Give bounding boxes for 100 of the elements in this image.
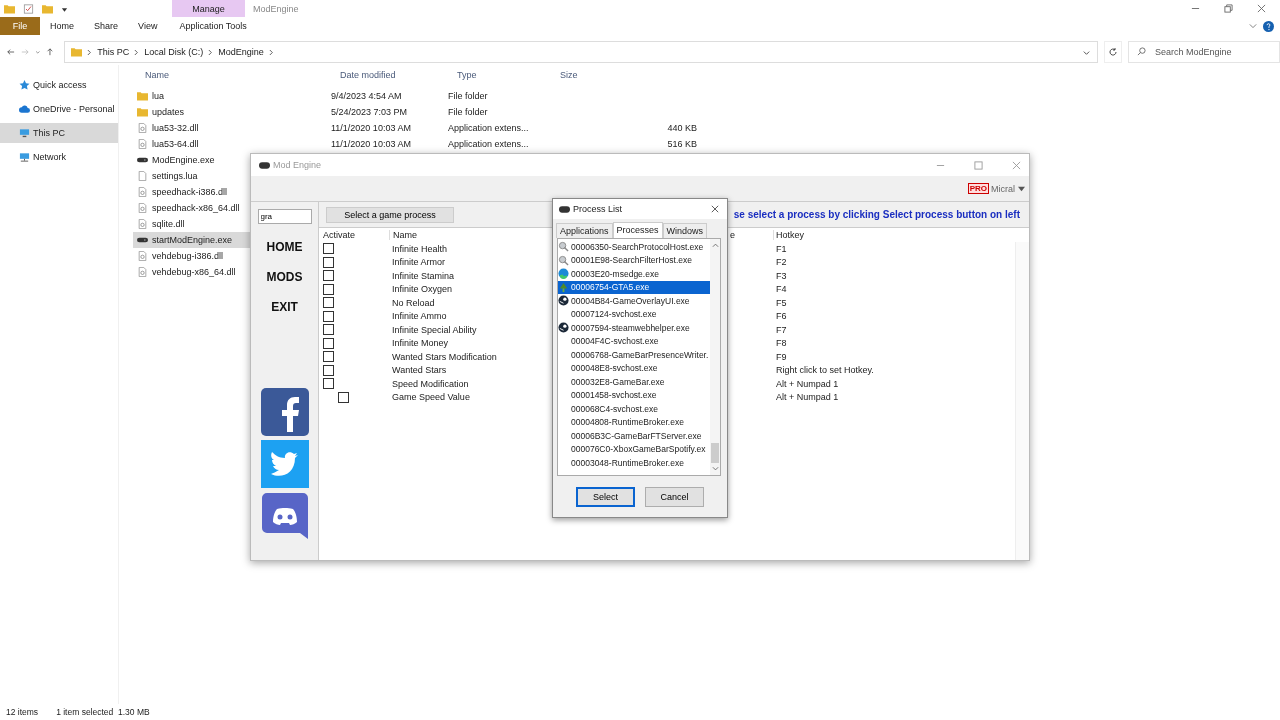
close-icon[interactable] bbox=[711, 205, 719, 213]
account-menu[interactable]: Micral bbox=[991, 183, 1015, 194]
process-item[interactable]: 00007594-steamwebhelper.exe bbox=[558, 321, 710, 335]
process-item[interactable]: 00003048-RuntimeBroker.exe bbox=[558, 456, 710, 470]
process-item[interactable]: 00006768-GameBarPresenceWriter. bbox=[558, 348, 710, 362]
context-group-label: Manage bbox=[172, 0, 245, 17]
discord-icon[interactable] bbox=[260, 492, 309, 540]
nav-item[interactable]: This PC bbox=[0, 123, 118, 143]
process-item[interactable]: 000048E8-svchost.exe bbox=[558, 361, 710, 375]
file-row[interactable]: speedhack-x86_64.dll bbox=[133, 200, 251, 216]
cancel-button[interactable]: Cancel bbox=[645, 486, 704, 507]
file-row[interactable]: vehdebug-x86_64.dll bbox=[133, 264, 251, 280]
checkbox[interactable] bbox=[323, 324, 334, 336]
breadcrumb-item[interactable]: This PC bbox=[97, 47, 130, 57]
nav-link[interactable]: EXIT bbox=[271, 300, 298, 314]
file-row[interactable]: settings.lua bbox=[133, 168, 251, 184]
file-row[interactable]: lua 9/4/2023 4:54 AM File folder bbox=[133, 88, 563, 104]
file-tab[interactable]: File bbox=[0, 17, 40, 35]
checkbox[interactable] bbox=[323, 364, 334, 376]
nav-item[interactable]: OneDrive - Personal bbox=[0, 99, 118, 119]
checkbox[interactable] bbox=[323, 270, 334, 282]
process-item[interactable]: 000076C0-XboxGameBarSpotify.ex bbox=[558, 442, 710, 456]
process-item[interactable]: 00004808-RuntimeBroker.exe bbox=[558, 415, 710, 429]
checkbox[interactable] bbox=[323, 256, 334, 268]
mod-name: Infinite Oxygen bbox=[392, 284, 453, 295]
search-field[interactable]: Search ModEngine bbox=[1128, 41, 1280, 63]
magnifier-icon bbox=[558, 241, 569, 253]
checkbox[interactable] bbox=[338, 391, 349, 403]
mod-name: Infinite Health bbox=[392, 243, 448, 254]
address-bar[interactable]: This PC Local Disk (C:) ModEngine bbox=[64, 41, 1099, 63]
scroll-thumb[interactable] bbox=[711, 443, 719, 463]
scrollbar[interactable] bbox=[1015, 242, 1029, 560]
search-field[interactable]: gra bbox=[257, 209, 312, 224]
file-row[interactable]: updates 5/24/2023 7:03 PM File folder bbox=[133, 104, 563, 120]
checkbox[interactable] bbox=[323, 337, 334, 349]
restore-icon[interactable] bbox=[1224, 4, 1233, 13]
ribbon-tab[interactable]: Share bbox=[84, 17, 129, 35]
select-process-button[interactable]: Select a game process bbox=[326, 206, 454, 223]
gamepad-icon bbox=[559, 205, 570, 213]
process-item[interactable]: 000032E8-GameBar.exe bbox=[558, 375, 710, 389]
scrollbar[interactable] bbox=[710, 239, 720, 475]
nav-link[interactable]: MODS bbox=[266, 270, 303, 284]
process-item[interactable]: 00007124-svchost.exe bbox=[558, 307, 710, 321]
up-icon[interactable] bbox=[46, 47, 55, 57]
file-row[interactable]: ModEngine.exe bbox=[133, 152, 251, 168]
properties-icon[interactable] bbox=[23, 3, 34, 14]
star-icon bbox=[19, 80, 30, 90]
mod-name: No Reload bbox=[392, 297, 435, 308]
tab[interactable]: Processes bbox=[612, 222, 663, 238]
checkbox[interactable] bbox=[323, 297, 334, 309]
breadcrumb-item[interactable]: ModEngine bbox=[218, 47, 264, 57]
column-header[interactable]: Size bbox=[560, 70, 694, 80]
process-item[interactable]: 00004F4C-svchost.exe bbox=[558, 334, 710, 348]
file-row[interactable]: startModEngine.exe bbox=[133, 232, 251, 248]
help-icon[interactable] bbox=[1263, 20, 1274, 32]
swirl-icon bbox=[558, 268, 569, 280]
magnifier-icon bbox=[558, 254, 569, 266]
checkbox[interactable] bbox=[323, 283, 334, 295]
tab[interactable]: Applications bbox=[556, 223, 613, 238]
select-button[interactable]: Select bbox=[576, 486, 635, 507]
process-item[interactable]: 00006350-SearchProtocolHost.exe bbox=[558, 240, 710, 254]
process-item[interactable]: 00004B84-GameOverlayUI.exe bbox=[558, 294, 710, 308]
checkbox[interactable] bbox=[323, 243, 334, 255]
file-row[interactable]: lua53-64.dll 11/1/2020 10:03 AM Application extens... 516 KB bbox=[133, 136, 697, 152]
gear-file-icon bbox=[137, 139, 148, 149]
facebook-icon[interactable] bbox=[260, 388, 309, 436]
ribbon-tab[interactable]: Application Tools bbox=[167, 17, 259, 35]
mod-name: Wanted Stars Modification bbox=[392, 351, 497, 362]
nav-link[interactable]: HOME bbox=[266, 240, 303, 254]
column-header[interactable]: Type bbox=[445, 70, 560, 80]
ribbon-tab[interactable]: Home bbox=[40, 17, 84, 35]
dropdown-icon[interactable] bbox=[1018, 185, 1025, 192]
process-item[interactable]: 00006754-GTA5.exe bbox=[558, 280, 710, 294]
file-row[interactable]: sqlite.dll bbox=[133, 216, 251, 232]
column-header[interactable]: Date modified bbox=[328, 70, 445, 80]
checkbox[interactable] bbox=[323, 310, 334, 322]
gear-file-icon bbox=[137, 251, 148, 261]
mod-name: Wanted Stars bbox=[392, 365, 447, 376]
close-icon[interactable] bbox=[1257, 4, 1266, 13]
file-row[interactable]: speedhack-i386.dll bbox=[133, 184, 251, 200]
refresh-button[interactable] bbox=[1104, 41, 1122, 63]
tab[interactable]: Windows bbox=[662, 223, 708, 238]
process-item[interactable]: 00001458-svchost.exe bbox=[558, 388, 710, 402]
nav-item[interactable]: Network bbox=[0, 147, 118, 167]
gamepad-icon bbox=[259, 161, 270, 169]
hotkey: Alt + Numpad 1 bbox=[775, 392, 839, 403]
process-item[interactable]: 00003E20-msedge.exe bbox=[558, 267, 710, 281]
file-row[interactable]: vehdebug-i386.dll bbox=[133, 248, 251, 264]
ribbon-tab[interactable]: View bbox=[128, 17, 168, 35]
process-item[interactable]: 000068C4-svchost.exe bbox=[558, 402, 710, 416]
twitter-icon[interactable] bbox=[260, 440, 309, 488]
checkbox[interactable] bbox=[323, 378, 334, 390]
file-row[interactable]: lua53-32.dll 11/1/2020 10:03 AM Application extens... 440 KB bbox=[133, 120, 697, 136]
checkbox[interactable] bbox=[323, 351, 334, 363]
process-item[interactable]: 00001E98-SearchFilterHost.exe bbox=[558, 253, 710, 267]
back-icon[interactable] bbox=[7, 47, 15, 57]
process-item[interactable]: 00006B3C-GameBarFTServer.exe bbox=[558, 429, 710, 443]
breadcrumb-item[interactable]: Local Disk (C:) bbox=[144, 47, 204, 57]
nav-item[interactable]: Quick access bbox=[0, 75, 118, 95]
column-header[interactable]: Name bbox=[133, 70, 328, 80]
